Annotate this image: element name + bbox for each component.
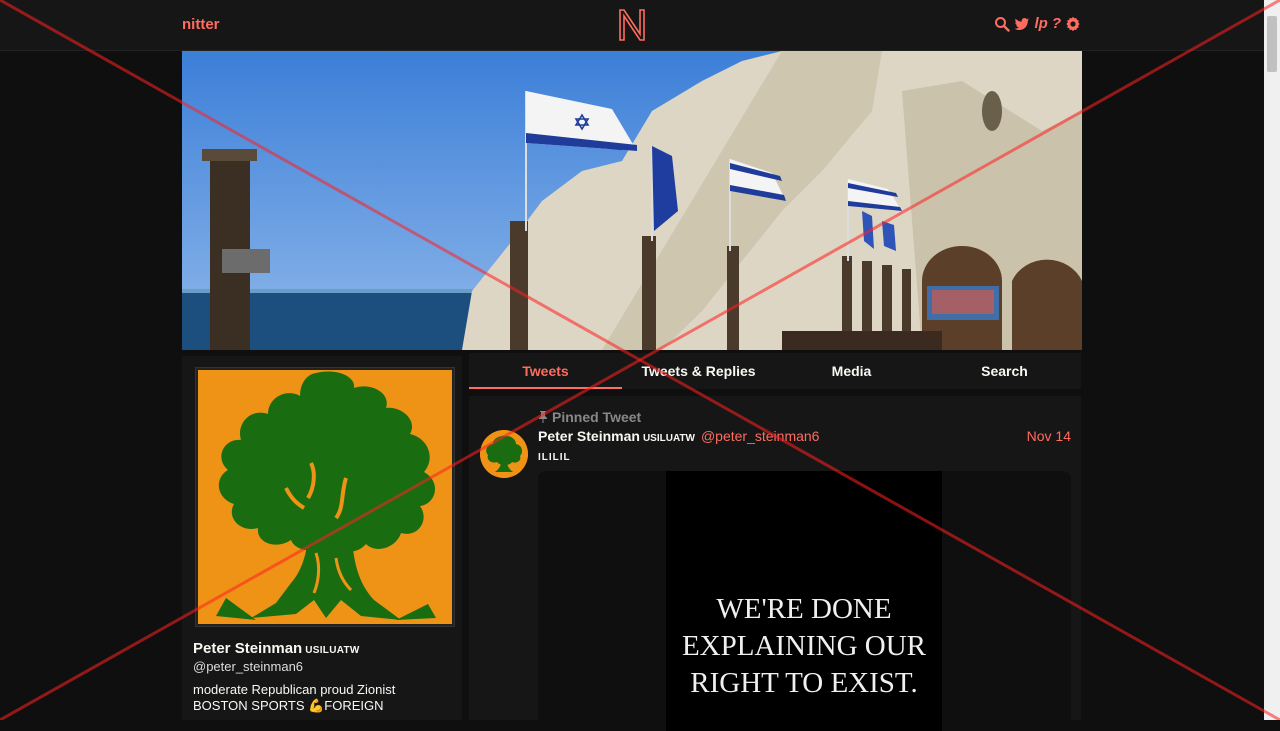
media-image[interactable]: WE'RE DONE EXPLAINING OUR RIGHT TO EXIST… [666,471,942,731]
pin-icon [539,411,547,423]
tweet-media[interactable]: WE'RE DONE EXPLAINING OUR RIGHT TO EXIST… [538,471,1071,731]
nav-icon-group: lp ? [994,16,1081,32]
tweet-header: Peter Steinman USILUATW @peter_steinman6 [538,428,819,444]
twitter-bird-icon[interactable] [1014,16,1030,32]
profile-fullname[interactable]: Peter Steinman USILUATW [193,640,360,657]
nitter-logo-icon[interactable] [617,7,647,43]
vertical-scrollbar[interactable] [1264,0,1280,720]
lp-icon[interactable]: lp [1034,16,1047,32]
pinned-tweet-label: Pinned Tweet [538,409,641,425]
media-line-1: WE'RE DONE [716,593,892,625]
profile-bio: moderate Republican proud Zionist BOSTON… [193,682,453,714]
tab-search[interactable]: Search [928,353,1081,389]
pinned-text: Pinned Tweet [552,409,642,425]
media-image-text: WE'RE DONE EXPLAINING OUR RIGHT TO EXIST… [666,591,942,702]
search-icon[interactable] [994,16,1011,32]
timeline-tabs: Tweets Tweets & Replies Media Search [469,353,1081,389]
bio-line-1: moderate Republican proud Zionist [193,682,396,697]
timeline: Pinned Tweet Peter Steinman USILUATW @pete… [469,396,1081,731]
media-line-3: RIGHT TO EXIST. [690,667,918,699]
fullname-badge: USILUATW [305,645,360,656]
tree-logo-icon [480,430,528,478]
media-line-2: EXPLAINING OUR [681,630,927,662]
fullname-text: Peter Steinman [193,640,303,657]
tweet-date[interactable]: Nov 14 [1027,428,1071,444]
tree-logo-icon [198,370,452,624]
help-icon[interactable]: ? [1052,16,1061,32]
bio-line-2: BOSTON SPORTS 💪FOREIGN [193,698,384,713]
tweet-username[interactable]: @peter_steinman6 [701,428,820,444]
tab-tweets-replies[interactable]: Tweets & Replies [622,353,775,389]
tweet-avatar[interactable] [480,430,528,478]
top-navbar: nitter lp ? [0,0,1264,51]
tweet-fullname[interactable]: Peter Steinman [538,428,640,444]
profile-username[interactable]: @peter_steinman6 [193,659,303,674]
profile-card: Peter Steinman USILUATW @peter_steinman6 … [182,356,462,720]
profile-banner[interactable] [182,51,1082,350]
brand-link[interactable]: nitter [182,16,220,33]
profile-avatar[interactable] [195,367,455,627]
tweet-badge: USILUATW [642,433,695,444]
tab-media[interactable]: Media [775,353,928,389]
tab-tweets[interactable]: Tweets [469,353,622,389]
tweet-text: ILILIL [538,452,571,463]
banner-image [182,51,1082,350]
scrollbar-thumb[interactable] [1267,16,1277,72]
gear-icon[interactable] [1065,16,1081,32]
